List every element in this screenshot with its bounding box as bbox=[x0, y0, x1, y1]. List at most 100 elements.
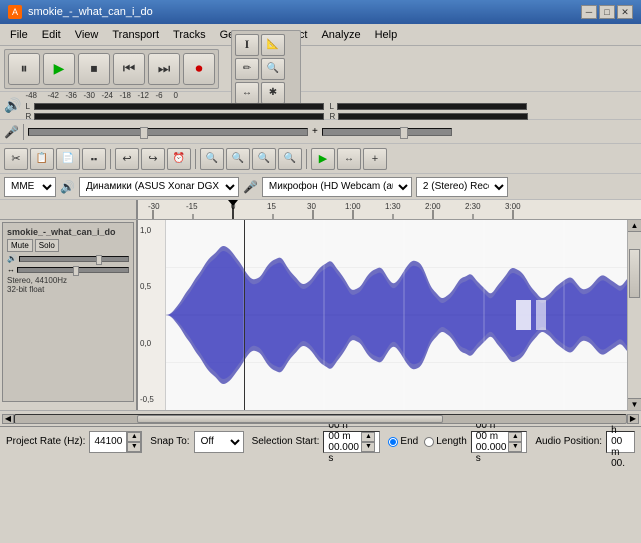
menu-file[interactable]: File bbox=[4, 27, 34, 43]
timeline-ruler: -30 -15 0 15 30 1:00 1:30 2:00 2:30 3:00 bbox=[0, 200, 641, 220]
r2-label: R bbox=[329, 112, 335, 121]
output-volume-icon[interactable]: 🔊 bbox=[4, 97, 21, 114]
sel-start-down[interactable]: ▼ bbox=[361, 442, 375, 452]
svg-text:-15: -15 bbox=[186, 202, 198, 211]
draw-silence-button[interactable]: + bbox=[363, 148, 387, 170]
zoom-fit-button[interactable]: 🔍 bbox=[278, 148, 302, 170]
scale-mid-low: -0,5 bbox=[140, 395, 163, 404]
rate-down-button[interactable]: ▼ bbox=[127, 442, 141, 452]
menu-help[interactable]: Help bbox=[369, 27, 404, 43]
pause-button[interactable]: ⏸ bbox=[8, 53, 40, 85]
close-button[interactable]: ✕ bbox=[617, 5, 633, 19]
end-radio[interactable] bbox=[388, 437, 398, 447]
menu-transport[interactable]: Transport bbox=[106, 27, 165, 43]
timeline-ticks-area[interactable]: -30 -15 0 15 30 1:00 1:30 2:00 2:30 3:00 bbox=[138, 200, 641, 219]
end-value-text: 00 h 00 m 00.000 s bbox=[476, 420, 507, 464]
selection-start-value[interactable]: 00 h 00 m 00.000 s ▲ ▼ bbox=[323, 431, 380, 453]
title-bar: A smokie_-_what_can_i_do ─ □ ✕ bbox=[0, 0, 641, 24]
l-meter bbox=[34, 103, 324, 110]
track-buttons: Mute Solo bbox=[7, 239, 129, 252]
copy-button[interactable]: 📋 bbox=[30, 148, 54, 170]
draw-tool[interactable]: ✏ bbox=[235, 58, 259, 80]
snap-to-label: Snap To: bbox=[150, 436, 189, 447]
selection-start-text: 00 h 00 m 00.000 s bbox=[328, 420, 359, 464]
channel-select[interactable]: 2 (Stereo) Record bbox=[416, 177, 508, 197]
app-icon: A bbox=[8, 5, 22, 19]
length-radio[interactable] bbox=[424, 437, 434, 447]
status-bar: Project Rate (Hz): 44100 ▲ ▼ Snap To: Of… bbox=[0, 426, 641, 456]
separator1 bbox=[23, 124, 24, 140]
r-meters: R R bbox=[25, 112, 528, 121]
menu-view[interactable]: View bbox=[69, 27, 105, 43]
zoom-in-button[interactable]: 🔍 bbox=[200, 148, 224, 170]
mute-button[interactable]: Mute bbox=[7, 239, 33, 252]
zoom-out-button[interactable]: 🔍 bbox=[226, 148, 250, 170]
undo-button[interactable]: ↩ bbox=[115, 148, 139, 170]
audio-position-value: 00 h 00 m 00. bbox=[606, 431, 635, 453]
maximize-button[interactable]: □ bbox=[599, 5, 615, 19]
scale-top: 1,0 bbox=[140, 226, 163, 235]
record-device-select[interactable]: Микрофон (HD Webcam (audi bbox=[262, 177, 412, 197]
menu-tracks[interactable]: Tracks bbox=[167, 27, 212, 43]
title-controls[interactable]: ─ □ ✕ bbox=[581, 5, 633, 19]
output-vu-meter: -48-42-36-30-24-18-12-60 L L R R bbox=[25, 91, 528, 121]
play-button[interactable]: ▶ bbox=[43, 53, 75, 85]
loop-button[interactable]: ↔ bbox=[337, 148, 361, 170]
menu-analyze[interactable]: Analyze bbox=[315, 27, 366, 43]
menu-edit[interactable]: Edit bbox=[36, 27, 67, 43]
trim-button[interactable]: ▪▪ bbox=[82, 148, 106, 170]
zoom-sel-button[interactable]: 🔍 bbox=[252, 148, 276, 170]
gain-slider[interactable] bbox=[28, 128, 308, 136]
separator-edit1 bbox=[110, 149, 111, 169]
timeline-svg: -30 -15 0 15 30 1:00 1:30 2:00 2:30 3:00 bbox=[138, 200, 641, 219]
end-up[interactable]: ▲ bbox=[508, 432, 522, 442]
transport-controls: ⏸ ▶ ⏹ ⏮ ⏭ ⏺ bbox=[4, 49, 219, 89]
end-spinner[interactable]: ▲ ▼ bbox=[508, 432, 522, 452]
input-gain-slider[interactable] bbox=[322, 128, 452, 136]
cut-button[interactable]: ✂ bbox=[4, 148, 28, 170]
record-button[interactable]: ⏺ bbox=[183, 53, 215, 85]
envelope-tool[interactable]: 📐 bbox=[261, 34, 285, 56]
stop-button[interactable]: ⏹ bbox=[78, 53, 110, 85]
playback-device-select[interactable]: Динамики (ASUS Xonar DGX A bbox=[79, 177, 239, 197]
svg-text:-30: -30 bbox=[148, 202, 160, 211]
input-volume-icon[interactable]: 🎤 bbox=[4, 125, 19, 139]
h-scroll-thumb[interactable] bbox=[137, 415, 443, 423]
sel-start-up[interactable]: ▲ bbox=[361, 432, 375, 442]
track-name: smokie_-_what_can_i_do bbox=[7, 227, 129, 237]
pan-slider[interactable] bbox=[17, 267, 129, 273]
volume-slider[interactable] bbox=[19, 256, 129, 262]
api-select[interactable]: MME bbox=[4, 177, 56, 197]
track-info: smokie_-_what_can_i_do Mute Solo 🔊 ↔ Ste… bbox=[2, 222, 134, 402]
length-radio-item[interactable]: Length bbox=[424, 436, 467, 447]
waveform-container[interactable]: 1,0 0,5 0,0 -0,5 bbox=[138, 220, 641, 410]
play-sel-button[interactable]: ▶ bbox=[311, 148, 335, 170]
svg-text:15: 15 bbox=[267, 202, 276, 211]
track-pan: ↔ bbox=[7, 265, 129, 274]
fastforward-button[interactable]: ⏭ bbox=[148, 53, 180, 85]
zoom-tool[interactable]: 🔍 bbox=[261, 58, 285, 80]
v-scrollbar[interactable]: ▲ ▼ bbox=[627, 220, 641, 410]
sync-button[interactable]: ⏰ bbox=[167, 148, 191, 170]
h-scrollbar[interactable]: ◀ ▶ bbox=[0, 410, 641, 426]
end-down[interactable]: ▼ bbox=[508, 442, 522, 452]
sel-start-spinner[interactable]: ▲ ▼ bbox=[361, 432, 375, 452]
end-value[interactable]: 00 h 00 m 00.000 s ▲ ▼ bbox=[471, 431, 528, 453]
selection-tool[interactable]: I bbox=[235, 34, 259, 56]
redo-button[interactable]: ↪ bbox=[141, 148, 165, 170]
rewind-button[interactable]: ⏮ bbox=[113, 53, 145, 85]
svg-text:1:00: 1:00 bbox=[345, 202, 361, 211]
project-rate-label: Project Rate (Hz): bbox=[6, 436, 85, 447]
h-scroll-track[interactable] bbox=[14, 414, 627, 424]
scroll-left-button[interactable]: ◀ bbox=[2, 414, 14, 424]
minimize-button[interactable]: ─ bbox=[581, 5, 597, 19]
solo-button[interactable]: Solo bbox=[35, 239, 59, 252]
snap-to-select[interactable]: Off bbox=[194, 431, 244, 453]
rate-up-button[interactable]: ▲ bbox=[127, 432, 141, 442]
project-rate-spinner[interactable]: ▲ ▼ bbox=[126, 432, 141, 452]
project-rate-group: Project Rate (Hz): 44100 ▲ ▼ bbox=[6, 431, 142, 453]
snap-to-group: Snap To: Off bbox=[150, 431, 243, 453]
end-radio-item[interactable]: End bbox=[388, 436, 418, 447]
paste-button[interactable]: 📄 bbox=[56, 148, 80, 170]
project-rate-input[interactable]: 44100 ▲ ▼ bbox=[89, 431, 142, 453]
